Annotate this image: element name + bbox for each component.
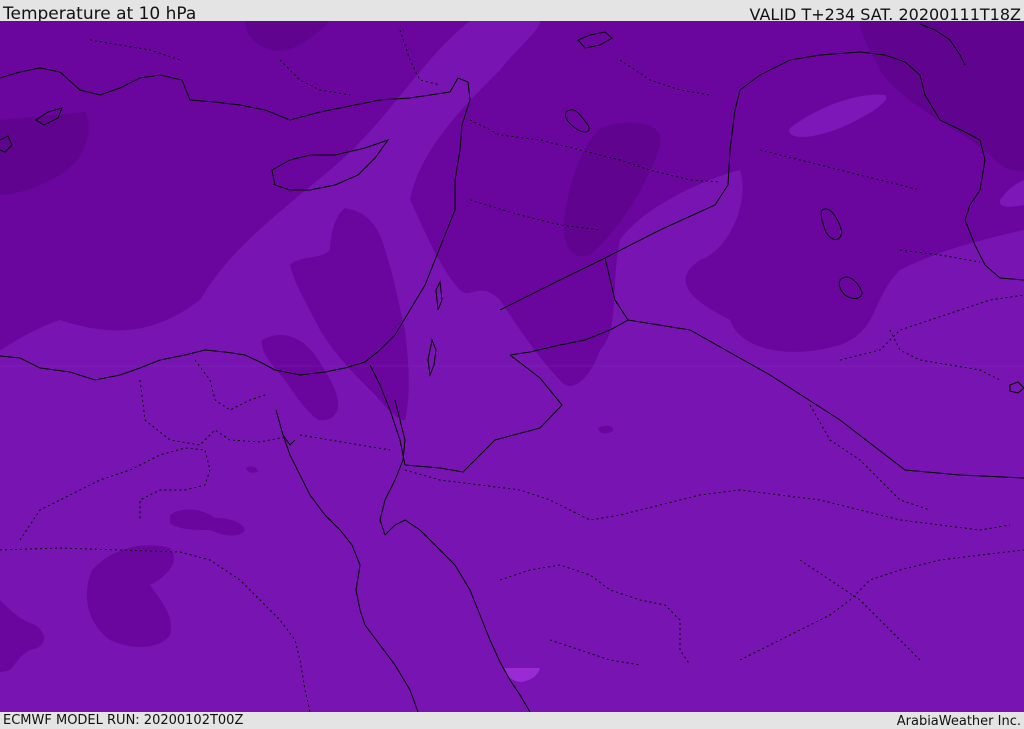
temperature-map xyxy=(0,21,1024,712)
map-viewer: Temperature at 10 hPa VALID T+234 SAT. 2… xyxy=(0,0,1024,729)
header-bar: Temperature at 10 hPa VALID T+234 SAT. 2… xyxy=(0,0,1024,24)
credit-label: ArabiaWeather Inc. xyxy=(896,714,1021,729)
map-canvas xyxy=(0,21,1024,712)
model-run-label: ECMWF MODEL RUN: 20200102T00Z xyxy=(3,713,244,728)
footer-bar: ECMWF MODEL RUN: 20200102T00Z ArabiaWeat… xyxy=(0,712,1024,729)
